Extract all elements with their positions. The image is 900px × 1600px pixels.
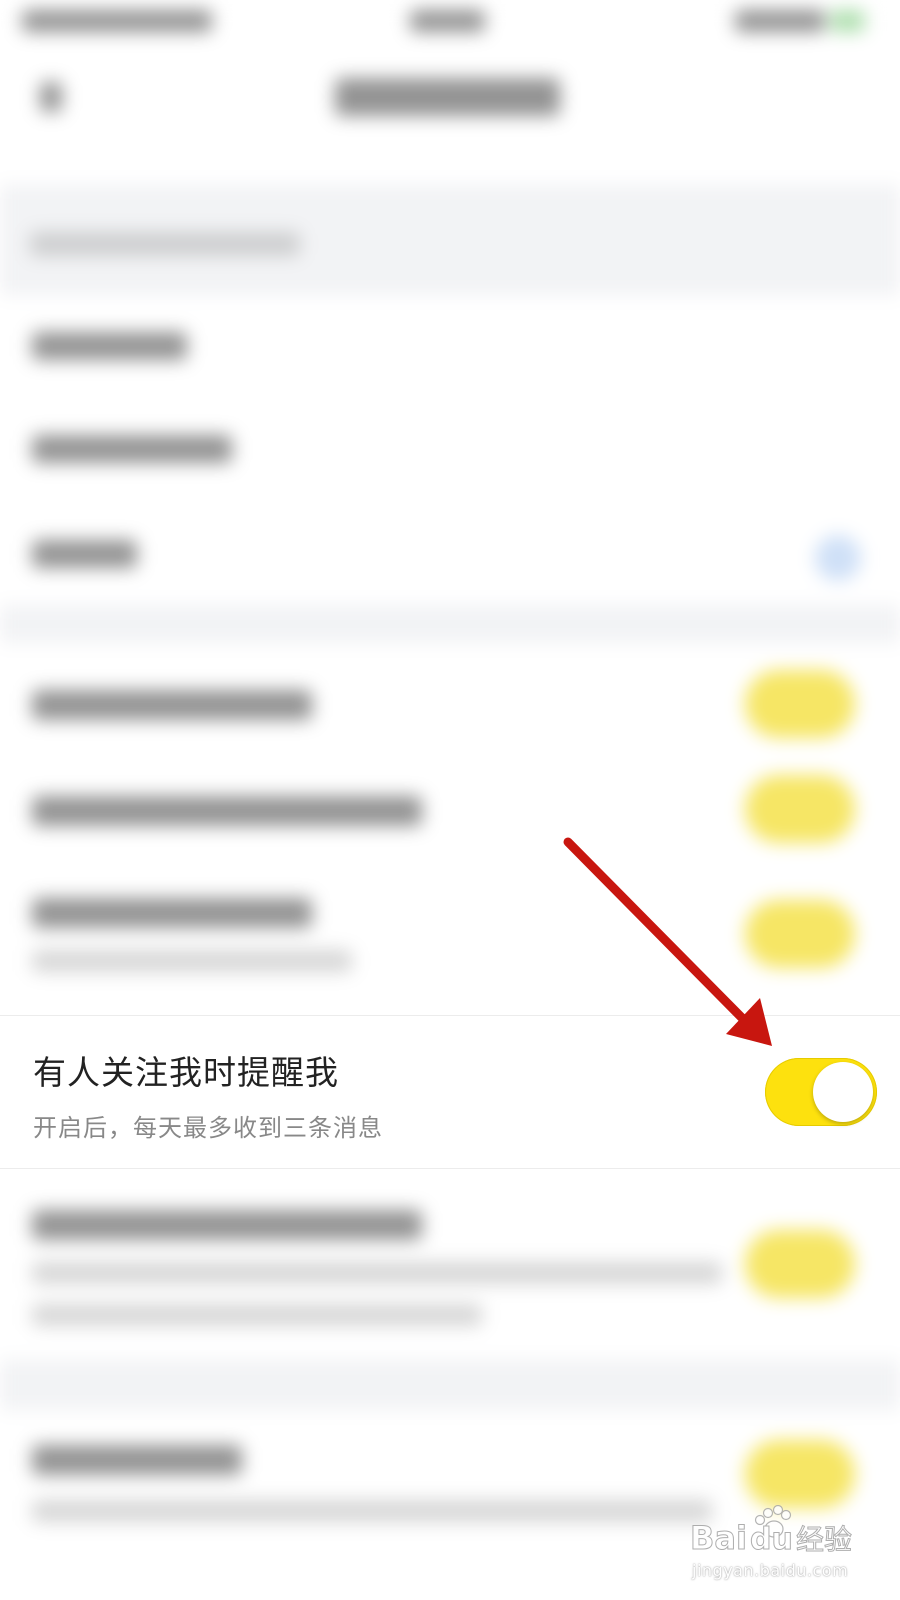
svg-text:Bai: Bai: [690, 1519, 747, 1557]
follow-notification-toggle[interactable]: [765, 1058, 877, 1126]
setting-title: 有人关注我时提醒我: [33, 1053, 339, 1092]
baidu-jingyan-watermark: Bai du 经验 jingyan.baidu.com: [688, 1505, 878, 1585]
toggle-knob[interactable]: [813, 1062, 873, 1122]
setting-description: 开启后，每天最多收到三条消息: [33, 1114, 383, 1142]
watermark-url: jingyan.baidu.com: [692, 1561, 849, 1580]
blurred-background: [0, 0, 900, 1600]
baidu-logo-icon: Bai du 经验: [690, 1505, 853, 1558]
follow-notification-row: 有人关注我时提醒我 开启后，每天最多收到三条消息: [0, 1015, 900, 1169]
svg-text:经验: 经验: [796, 1523, 852, 1556]
svg-text:du: du: [750, 1522, 793, 1557]
settings-screen: 有人关注我时提醒我 开启后，每天最多收到三条消息 Bai du 经验 jingy…: [0, 0, 900, 1600]
